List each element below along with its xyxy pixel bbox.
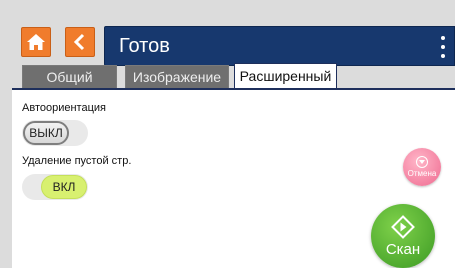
toggle-state-label: ВКЛ [41, 175, 87, 199]
auto-orientation-label: Автоориентация [22, 102, 106, 114]
cancel-button[interactable]: Отмена [403, 148, 441, 186]
title-bar: Готов [104, 26, 455, 66]
auto-orientation-toggle[interactable]: ВЫКЛ [22, 120, 88, 146]
kebab-menu-icon[interactable] [440, 36, 446, 58]
tab-general[interactable]: Общий [22, 65, 117, 88]
header: Готов [0, 11, 455, 67]
blank-page-removal-toggle[interactable]: ВКЛ [22, 174, 88, 200]
page-title: Готов [119, 35, 170, 57]
cancel-label: Отмена [407, 169, 437, 178]
scan-icon [391, 214, 415, 239]
toggle-state-label: ВЫКЛ [23, 121, 69, 145]
tab-advanced[interactable]: Расширенный [234, 63, 337, 88]
back-button[interactable] [65, 27, 95, 57]
home-button[interactable] [21, 27, 51, 57]
home-icon [27, 34, 45, 50]
tab-bar: Общий Изображение Расширенный [0, 63, 455, 88]
chevron-left-icon [73, 33, 85, 51]
scan-button[interactable]: Скан [371, 204, 435, 268]
tab-image[interactable]: Изображение [125, 65, 229, 88]
scan-label: Скан [385, 240, 421, 258]
cancel-icon [416, 156, 428, 168]
blank-page-removal-label: Удаление пустой стр. [22, 155, 132, 167]
